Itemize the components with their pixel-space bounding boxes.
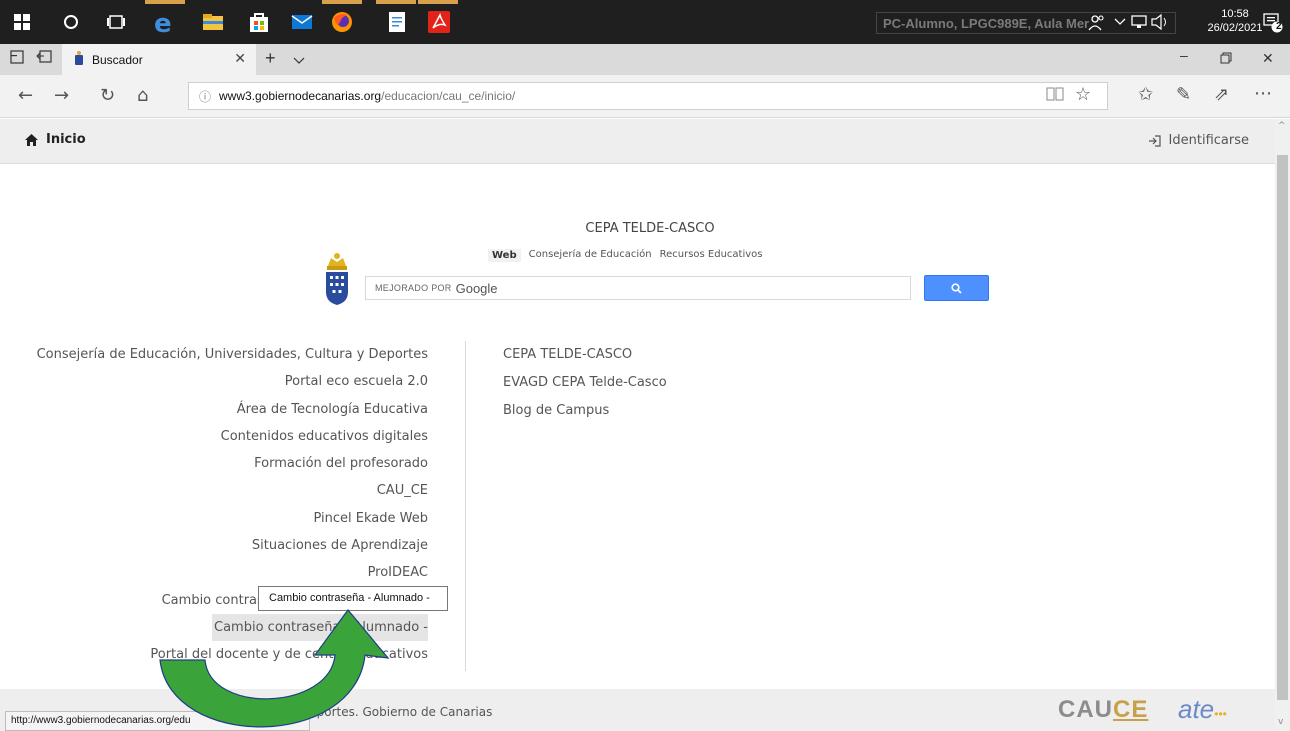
link-cau-ce[interactable]: CAU_CE [0,477,428,504]
file-explorer-icon[interactable] [199,8,227,36]
link-pincel-ekade[interactable]: Pincel Ekade Web [0,505,429,532]
reading-view-icon[interactable] [1046,86,1064,106]
site-header: Inicio Identificarse [0,119,1275,164]
column-divider [465,341,466,671]
favorite-star-icon[interactable]: ☆ [1075,84,1091,105]
notepad-icon[interactable] [383,8,411,36]
edge-browser-icon[interactable]: e [151,8,179,36]
search-enhanced-label: MEJORADO POR [375,283,452,293]
close-window-icon[interactable]: ✕ [1262,50,1274,67]
favorites-icon[interactable]: ✩ [1138,84,1153,105]
ate-logo-text: ate [1178,694,1215,724]
link-formacion-profesorado[interactable]: Formación del profesorado [0,450,428,477]
search-brand-label: Google [455,280,498,296]
cauce-logo-ce: CE [1113,696,1149,723]
address-bar[interactable]: ⓘ www3.gobiernodecanarias.org/educacion/… [188,82,1108,110]
volume-icon[interactable] [1146,8,1174,36]
home-icon[interactable]: ⌂ [137,85,148,106]
mail-icon[interactable] [288,8,316,36]
windows-taskbar: e PC-Alumno, LPGC989E, Aula Mer 10:58 26… [0,0,1290,44]
more-menu-icon[interactable]: ⋯ [1254,83,1272,104]
windows-start-icon[interactable] [8,8,36,36]
curved-arrow-annotation [159,609,390,728]
url-host: www3.gobiernodecanarias.org [219,89,382,103]
search-tab-web[interactable]: Web [488,249,521,262]
search-input[interactable]: MEJORADO POR Google [365,276,911,300]
sign-in-icon [1148,134,1161,147]
tab-buscador[interactable]: Buscador ✕ [62,44,256,75]
right-link-list: CEPA TELDE-CASCO EVAGD CEPA Telde-Casco … [503,341,667,425]
clock-time: 10:58 [1221,8,1249,20]
house-icon [25,133,38,146]
link-contenidos-digitales[interactable]: Contenidos educativos digitales [0,423,428,450]
refresh-icon[interactable]: ↻ [100,85,115,106]
address-toolbar: ← → ↻ ⌂ ⓘ www3.gobiernodecanarias.org/ed… [0,75,1290,118]
restore-icon[interactable] [1220,51,1232,67]
chevron-down-icon[interactable] [293,52,305,68]
canarias-crest-logo [326,253,348,305]
link-area-tecnologia[interactable]: Área de Tecnología Educativa [0,396,428,423]
cauce-logo-cau: CAU [1058,696,1113,723]
scroll-down-icon[interactable]: v [1278,717,1283,727]
firefox-icon[interactable] [328,8,356,36]
link-eco-escuela[interactable]: Portal eco escuela 2.0 [0,368,428,395]
link-proideac[interactable]: ProIDEAC [0,559,428,586]
browser-tab-bar: Buscador ✕ + – ✕ [0,44,1290,75]
clock-date: 26/02/2021 [1207,22,1263,34]
cortana-search-icon[interactable] [57,8,85,36]
svg-text:e: e [154,9,172,35]
search-tab-recursos[interactable]: Recursos Educativos [660,249,763,262]
back-icon[interactable]: ← [18,85,33,106]
link-situaciones-aprendizaje[interactable]: Situaciones de Aprendizaje [0,532,428,559]
screen: { "taskbar": { "pc_label": "PC-Alumno, L… [0,0,1290,731]
system-clock[interactable]: 10:58 26/02/2021 [1205,7,1265,35]
store-icon[interactable] [245,8,273,36]
search-scope-tabs: Web Consejería de Educación Recursos Edu… [488,249,762,262]
notification-count: 2 [1276,21,1282,32]
search-tab-consejeria[interactable]: Consejería de Educación [529,249,652,262]
new-tab-icon[interactable]: + [265,48,276,69]
search-button[interactable] [924,275,989,301]
link-cepa-telde-casco[interactable]: CEPA TELDE-CASCO [503,341,667,369]
close-tab-icon[interactable]: ✕ [234,50,246,67]
link-consejeria[interactable]: Consejería de Educación, Universidades, … [0,341,428,368]
tab-previews-icon[interactable] [36,50,52,67]
scroll-thumb[interactable] [1277,155,1288,700]
notifications-icon[interactable]: 2 [1258,8,1286,36]
minimize-icon[interactable]: – [1180,47,1188,63]
gobcan-favicon [74,51,84,68]
link-blog-campus[interactable]: Blog de Campus [503,397,667,425]
home-link[interactable]: Inicio [25,132,86,147]
cauce-logo[interactable]: CAUCE [1058,696,1148,724]
tab-title: Buscador [92,52,143,67]
url-path: /educacion/cau_ce/inicio/ [381,89,516,103]
page-scrollbar[interactable]: ^ v [1275,119,1290,731]
tab-aside-icon[interactable] [10,50,24,67]
task-view-icon[interactable] [102,8,130,36]
acrobat-reader-icon[interactable] [425,8,453,36]
home-label: Inicio [46,132,86,147]
forward-icon[interactable]: → [54,85,69,106]
search-icon [951,282,962,294]
link-evagd[interactable]: EVAGD CEPA Telde-Casco [503,369,667,397]
share-icon[interactable]: ⇗ [1214,84,1229,105]
ate-logo[interactable]: ate••• [1178,694,1227,725]
login-label: Identificarse [1168,133,1249,148]
scroll-up-icon[interactable]: ^ [1278,121,1286,131]
login-link[interactable]: Identificarse [1148,133,1249,148]
info-icon[interactable]: ⓘ [199,88,211,105]
notes-pen-icon[interactable]: ✎ [1176,84,1191,105]
center-title: CEPA TELDE-CASCO [585,221,715,236]
